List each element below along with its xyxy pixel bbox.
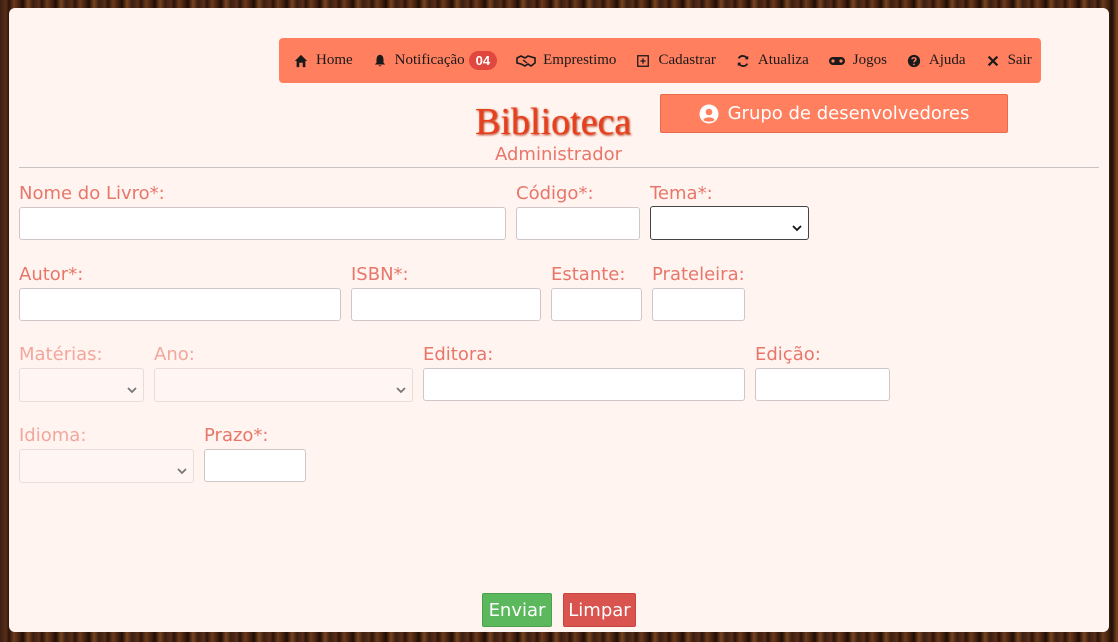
clear-button[interactable]: Limpar (563, 593, 636, 627)
label-ano: Ano: (154, 344, 195, 365)
label-codigo: Código*: (516, 183, 594, 204)
handshake-icon (516, 54, 536, 68)
refresh-icon (735, 54, 751, 68)
chevron-down-icon (177, 461, 187, 475)
input-nome-livro[interactable] (19, 207, 506, 240)
main-panel: Home Notificação 04 Emprestimo Cadastrar (9, 8, 1109, 632)
select-materias[interactable] (19, 368, 144, 402)
nav-jogos[interactable]: Jogos (828, 52, 887, 69)
page-subtitle: Administrador (495, 144, 623, 165)
select-ano[interactable] (154, 368, 413, 402)
input-editora[interactable] (423, 368, 745, 401)
chevron-down-icon (396, 380, 406, 394)
nav-home-label: Home (316, 52, 353, 68)
nav-atualiza-label: Atualiza (757, 52, 809, 68)
gamepad-icon (828, 54, 846, 68)
plus-square-icon (635, 54, 651, 68)
nav-notificacao[interactable]: Notificação 04 (372, 51, 498, 70)
nav-atualiza[interactable]: Atualiza (735, 52, 809, 69)
page-title: Biblioteca (475, 101, 632, 143)
label-edicao: Edição: (755, 344, 821, 365)
nav-cadastrar[interactable]: Cadastrar (635, 52, 716, 69)
input-estante[interactable] (551, 288, 642, 321)
nav-emprestimo[interactable]: Emprestimo (516, 52, 616, 69)
bell-icon (372, 54, 388, 68)
label-autor: Autor*: (19, 264, 84, 285)
label-prateleira: Prateleira: (652, 264, 745, 285)
label-materias: Matérias: (19, 344, 103, 365)
input-prazo[interactable] (204, 449, 306, 482)
developers-group-label: Grupo de desenvolvedores (727, 103, 970, 124)
chevron-down-icon (127, 380, 137, 394)
nav-ajuda[interactable]: Ajuda (906, 52, 966, 69)
select-tema[interactable] (650, 206, 809, 240)
nav-emprestimo-label: Emprestimo (543, 52, 617, 68)
home-icon (293, 54, 309, 68)
nav-notificacao-label: Notificação (394, 52, 465, 68)
input-codigo[interactable] (516, 207, 640, 240)
label-estante: Estante: (551, 264, 626, 285)
input-prateleira[interactable] (652, 288, 745, 321)
input-isbn[interactable] (351, 288, 541, 321)
input-autor[interactable] (19, 288, 341, 321)
user-circle-icon (699, 104, 719, 124)
label-editora: Editora: (423, 344, 494, 365)
label-nome-livro: Nome do Livro*: (19, 183, 165, 204)
header-divider (19, 167, 1099, 168)
chevron-down-icon (792, 218, 802, 232)
label-isbn: ISBN*: (351, 264, 409, 285)
nav-sair-label: Sair (1007, 52, 1032, 68)
nav-cadastrar-label: Cadastrar (658, 52, 716, 68)
send-button[interactable]: Enviar (482, 593, 552, 627)
label-idioma: Idioma: (19, 425, 87, 446)
nav-home[interactable]: Home (293, 52, 353, 69)
question-circle-icon (906, 54, 922, 68)
nav-jogos-label: Jogos (852, 52, 887, 68)
nav-ajuda-label: Ajuda (928, 52, 966, 68)
label-tema: Tema*: (650, 183, 713, 204)
nav-sair[interactable]: Sair (985, 52, 1032, 69)
label-prazo: Prazo*: (204, 425, 269, 446)
top-navbar: Home Notificação 04 Emprestimo Cadastrar (279, 38, 1041, 83)
close-icon (985, 54, 1001, 68)
select-idioma[interactable] (19, 449, 194, 483)
developers-group-button[interactable]: Grupo de desenvolvedores (660, 94, 1008, 133)
notification-badge: 04 (468, 51, 498, 70)
input-edicao[interactable] (755, 368, 890, 401)
